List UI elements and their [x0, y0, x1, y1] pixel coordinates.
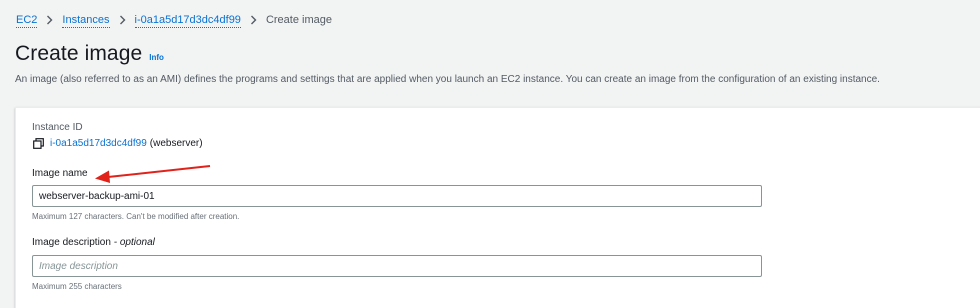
image-description-label: Image description - optional [32, 237, 155, 248]
copy-icon[interactable] [33, 138, 44, 149]
instance-id-value: i-0a1a5d17d3dc4df99 (webserver) [33, 138, 203, 149]
breadcrumb: EC2 Instances i-0a1a5d17d3dc4df99 Create… [16, 11, 332, 29]
instance-id-link[interactable]: i-0a1a5d17d3dc4df99 [50, 138, 147, 149]
breadcrumb-instances-link[interactable]: Instances [62, 13, 110, 28]
info-link[interactable]: Info [149, 53, 164, 62]
image-description-input[interactable] [32, 255, 762, 277]
image-name-input[interactable] [32, 185, 762, 207]
chevron-right-icon [250, 15, 257, 25]
page-title: Create image [15, 42, 143, 65]
chevron-right-icon [119, 15, 126, 25]
breadcrumb-instance-link[interactable]: i-0a1a5d17d3dc4df99 [134, 13, 241, 28]
breadcrumb-current: Create image [265, 14, 332, 26]
image-description-hint: Maximum 255 characters [32, 282, 122, 291]
breadcrumb-ec2-link[interactable]: EC2 [16, 13, 38, 28]
image-description-label-text: Image description [32, 237, 111, 248]
instance-id-label: Instance ID [32, 122, 83, 133]
chevron-right-icon [46, 15, 53, 25]
instance-name: (webserver) [149, 138, 203, 149]
image-name-label: Image name [32, 168, 88, 179]
create-image-form-panel: Instance ID i-0a1a5d17d3dc4df99 (webserv… [15, 107, 980, 308]
optional-tag: - optional [113, 237, 155, 248]
page-description: An image (also referred to as an AMI) de… [15, 74, 880, 85]
page-header: Create image Info [15, 42, 164, 66]
image-name-hint: Maximum 127 characters. Can't be modifie… [32, 212, 240, 221]
